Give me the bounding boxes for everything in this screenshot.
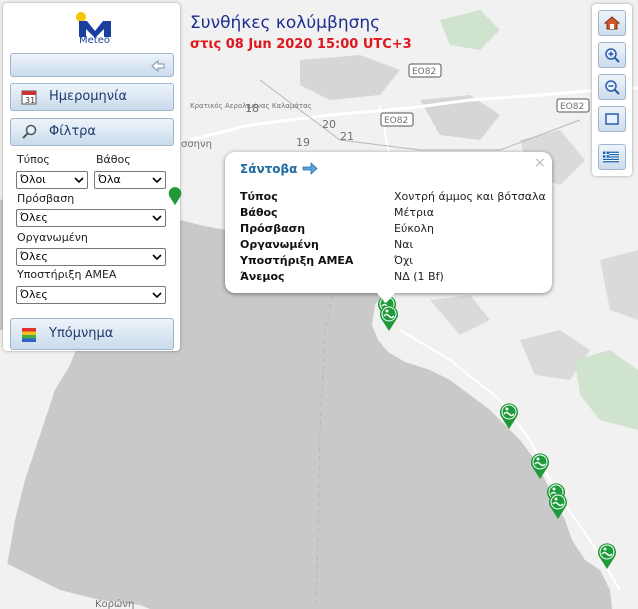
km-label: 20 — [322, 118, 336, 131]
popup-row-value: ΝΔ (1 Bf) — [394, 270, 444, 283]
beach-marker[interactable] — [548, 492, 568, 520]
popup-close-button[interactable]: × — [534, 155, 546, 171]
popup-row-key: Άνεμος — [240, 270, 285, 283]
popup-row-value: Εύκολη — [394, 222, 435, 235]
organized-filter-label: Οργανωμένη — [17, 231, 88, 244]
color-palette-icon — [22, 328, 36, 342]
popup-row-key: Πρόσβαση — [240, 222, 306, 235]
zoom-in-icon — [605, 48, 620, 63]
km-label: 21 — [340, 130, 354, 143]
page-title: Συνθήκες κολύμβησης — [190, 13, 381, 33]
amea-filter-value: Όλες — [20, 288, 48, 301]
popup-tail — [375, 291, 397, 303]
chevron-down-icon — [152, 177, 162, 184]
type-filter-select[interactable]: Όλοι — [16, 171, 88, 189]
arrow-left-icon — [151, 59, 165, 73]
beach-marker[interactable] — [499, 402, 519, 430]
beach-info-popup: Σάντοβα × Τύπος Χοντρή άμμος και βότσαλα… — [225, 152, 552, 303]
date-button[interactable]: 31 Ημερομηνία — [10, 83, 174, 111]
popup-row-key: Βάθος — [240, 206, 278, 219]
beach-marker[interactable] — [379, 304, 399, 332]
zoom-out-button[interactable] — [598, 74, 626, 100]
popup-title[interactable]: Σάντοβα — [240, 162, 297, 176]
collapse-panel-button[interactable] — [10, 53, 174, 77]
organized-filter-select[interactable]: Όλες — [16, 248, 166, 266]
svg-text:ΕΟ82: ΕΟ82 — [412, 67, 436, 77]
fullscreen-button[interactable] — [598, 106, 626, 132]
road-shield-eo82: ΕΟ82 — [408, 63, 442, 78]
zoom-in-button[interactable] — [598, 42, 626, 68]
chevron-down-icon — [152, 254, 162, 261]
legend-button-label: Υπόμνημα — [49, 326, 114, 341]
filters-button[interactable]: Φίλτρα — [10, 118, 174, 146]
chevron-down-icon — [152, 292, 162, 299]
road-shield-eo82: ΕΟ82 — [556, 98, 590, 113]
popup-row-key: Οργανωμένη — [240, 238, 319, 251]
place-label-airport: Κρατικός Αερολιμένας Καλαμάτας — [190, 102, 312, 110]
zoom-out-icon — [605, 80, 620, 95]
beach-marker-partial[interactable] — [168, 186, 182, 206]
popup-row-value: Χοντρή άμμος και βότσαλα — [394, 190, 546, 203]
calendar-icon: 31 — [21, 90, 37, 105]
filters-button-label: Φίλτρα — [49, 124, 96, 139]
control-panel: Meteo 31 Ημερομηνία Φίλτρα Τύπος Βάθος Ό… — [3, 3, 180, 351]
organized-filter-value: Όλες — [20, 250, 48, 263]
home-button[interactable] — [598, 10, 626, 36]
access-filter-value: Όλες — [20, 211, 48, 224]
access-filter-label: Πρόσβαση — [17, 192, 75, 205]
popup-row-value: Όχι — [394, 254, 414, 267]
fullscreen-icon — [605, 113, 619, 125]
depth-filter-select[interactable]: Όλα — [94, 171, 166, 189]
amea-filter-select[interactable]: Όλες — [16, 286, 166, 304]
home-icon — [604, 16, 620, 30]
page-subtitle-datetime: στις 08 Jun 2020 15:00 UTC+3 — [190, 37, 412, 52]
svg-text:ΕΟ82: ΕΟ82 — [560, 102, 584, 112]
amea-filter-label: Υποστήριξη ΑΜΕΑ — [17, 268, 117, 281]
place-label-messini: σσηνη — [181, 139, 212, 150]
popup-row-key: Υποστήριξη ΑΜΕΑ — [240, 254, 354, 267]
popup-row-value: Ναι — [394, 238, 414, 251]
svg-text:31: 31 — [25, 96, 35, 105]
logo-text: Meteo — [79, 35, 110, 46]
type-filter-label: Τύπος — [17, 153, 50, 166]
popup-row-key: Τύπος — [240, 190, 278, 203]
beach-marker[interactable] — [597, 542, 617, 570]
legend-button[interactable]: Υπόμνημα — [10, 318, 174, 350]
place-label-koroni: Κορώνη — [95, 598, 134, 609]
language-button[interactable] — [598, 144, 626, 170]
greek-flag-icon — [603, 151, 619, 163]
beach-marker[interactable] — [530, 452, 550, 480]
type-filter-value: Όλοι — [20, 173, 46, 186]
chevron-down-icon — [74, 177, 84, 184]
map-toolbar — [592, 4, 632, 176]
magnifier-icon — [22, 124, 37, 139]
depth-filter-value: Όλα — [98, 173, 121, 186]
access-filter-select[interactable]: Όλες — [16, 209, 166, 227]
road-shield-eo82: ΕΟ82 — [380, 112, 414, 127]
depth-filter-label: Βάθος — [96, 153, 131, 166]
date-button-label: Ημερομηνία — [49, 89, 128, 104]
svg-text:ΕΟ82: ΕΟ82 — [384, 116, 408, 126]
arrow-right-icon[interactable] — [302, 162, 318, 175]
chevron-down-icon — [152, 215, 162, 222]
km-label: 19 — [296, 136, 310, 149]
popup-row-value: Μέτρια — [394, 206, 435, 219]
